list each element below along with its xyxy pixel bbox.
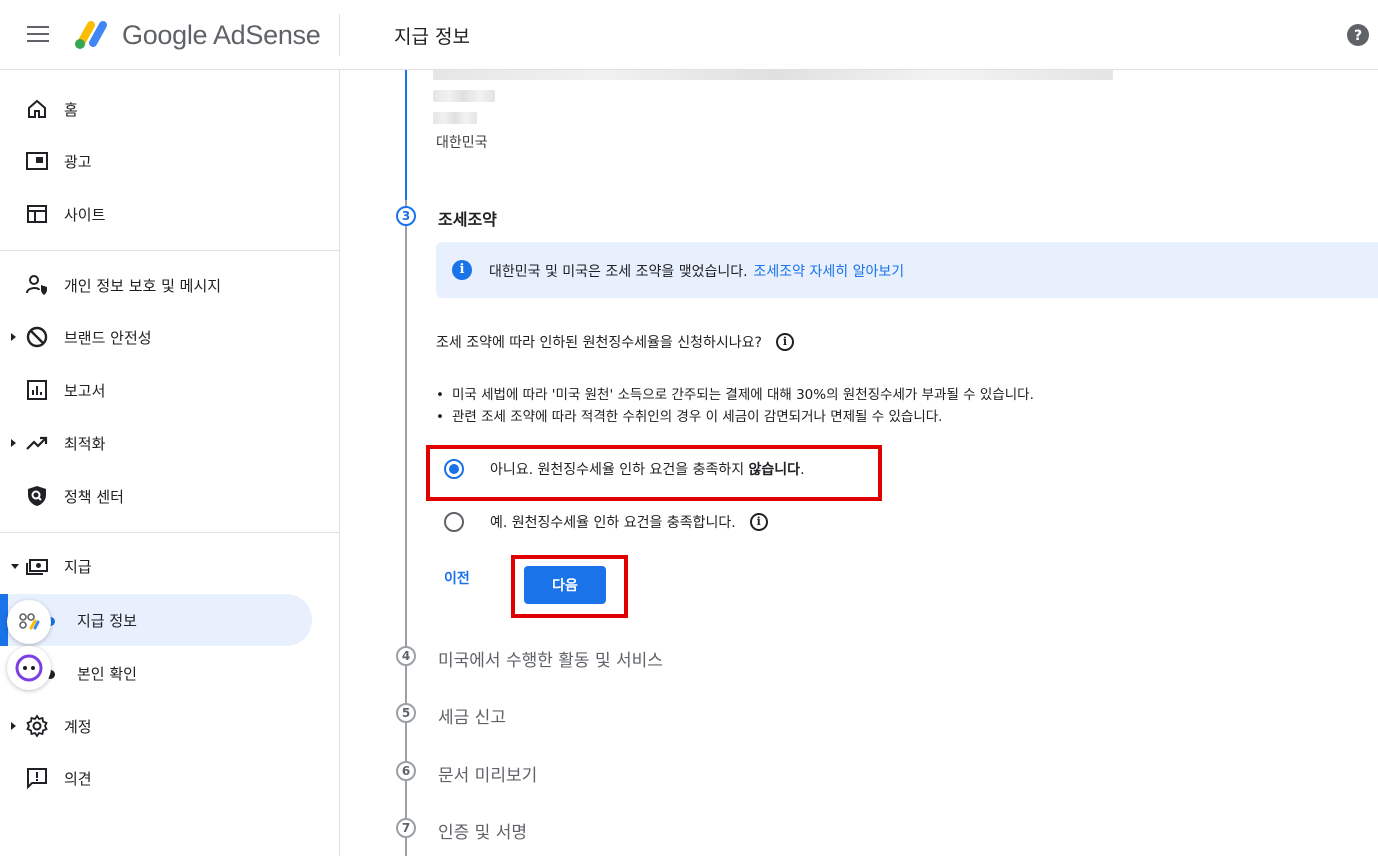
sidebar-item-label: 사이트 (64, 205, 106, 224)
treaty-question-text: 조세 조약에 따라 인하된 원천징수세율을 신청하시나요? (436, 335, 762, 351)
ads-icon (26, 152, 48, 170)
step-title-tax-filing: 세금 신고 (438, 708, 506, 728)
step-number-5: 5 (396, 703, 416, 723)
question-info-icon[interactable]: i (775, 333, 794, 351)
redacted-address-line (433, 90, 495, 102)
info-icon: i (452, 260, 472, 280)
info-banner: i 대한민국 및 미국은 조세 조약을 맺었습니다. 조세조약 자세히 알아보기 (436, 242, 1378, 298)
step-title-tax-treaty: 조세조약 (438, 210, 497, 229)
treaty-question: 조세 조약에 따라 인하된 원천징수세율을 신청하시나요? i (436, 332, 794, 352)
radio-option-yes-label: 예. 원천징수세율 인하 요건을 충족합니다. (490, 515, 736, 531)
collapse-caret-icon (11, 564, 19, 569)
expand-caret-icon (11, 439, 16, 447)
step-title-us-activities: 미국에서 수행한 활동 및 서비스 (438, 651, 663, 671)
info-banner-text: 대한민국 및 미국은 조세 조약을 맺었습니다. 조세조약 자세히 알아보기 (489, 261, 904, 281)
sidebar-item-privacy[interactable]: 개인 정보 보호 및 메시지 (0, 259, 312, 311)
sidebar-item-home[interactable]: 홈 (0, 83, 312, 135)
step-number-7: 7 (396, 818, 416, 838)
report-icon (27, 380, 47, 400)
home-icon (28, 99, 46, 118)
sidebar-item-label: 계정 (64, 717, 92, 736)
app-header: Google AdSense 지급 정보 ? (0, 0, 1378, 70)
sidebar: 홈 광고 사이트 개인 정보 보호 및 메시지 브랜드 안전성 보고서 최적화 … (0, 70, 340, 856)
svg-text:?: ? (1354, 28, 1362, 44)
sidebar-item-reports[interactable]: 보고서 (0, 364, 312, 416)
stepper-line-completed (405, 70, 407, 200)
block-icon (26, 326, 48, 348)
sidebar-item-label: 브랜드 안전성 (64, 328, 152, 347)
bullet-item: 미국 세법에 따라 '미국 원천' 소득으로 간주되는 결제에 대해 30%의 … (436, 384, 1034, 406)
step-number-6: 6 (396, 761, 416, 781)
logo-text: Google AdSense (122, 20, 321, 50)
info-message: 대한민국 및 미국은 조세 조약을 맺었습니다. (489, 264, 748, 280)
apps-icon (19, 613, 40, 630)
privacy-icon (26, 275, 47, 295)
menu-icon[interactable] (27, 26, 49, 44)
expand-caret-icon (11, 333, 16, 341)
sidebar-item-ads[interactable]: 광고 (0, 135, 312, 187)
sidebar-item-label: 지급 정보 (77, 611, 137, 630)
sidebar-item-sites[interactable]: 사이트 (0, 188, 312, 240)
apps-assistant-button[interactable] (7, 600, 51, 644)
chat-assistant-button[interactable] (7, 646, 51, 690)
sidebar-item-label: 홈 (64, 100, 78, 119)
step-title-document-preview: 문서 미리보기 (438, 766, 538, 786)
redacted-address-line (433, 112, 477, 124)
highlight-box-next-button (511, 555, 628, 618)
sidebar-item-label: 정책 센터 (64, 487, 124, 506)
help-icon[interactable]: ? (1346, 23, 1370, 47)
page-title: 지급 정보 (394, 26, 470, 48)
sites-icon (27, 205, 47, 223)
sidebar-item-brand-safety[interactable]: 브랜드 안전성 (0, 311, 312, 363)
sidebar-item-payments[interactable]: 지급 (0, 540, 312, 592)
sidebar-item-label: 본인 확인 (77, 664, 137, 683)
sidebar-item-account[interactable]: 계정 (0, 700, 312, 752)
radio-option-yes[interactable]: 예. 원천징수세율 인하 요건을 충족합니다. i (444, 512, 768, 532)
step-title-certification-signature: 인증 및 서명 (438, 823, 528, 843)
step-number-4: 4 (396, 646, 416, 666)
tax-treaty-learn-more-link[interactable]: 조세조약 자세히 알아보기 (754, 264, 905, 280)
radio-button-unchecked[interactable] (444, 512, 464, 532)
feedback-icon (27, 768, 47, 790)
step-number-3: 3 (396, 206, 416, 226)
redacted-address-line (433, 70, 1113, 80)
header-divider (339, 14, 340, 56)
adsense-logo-icon (75, 21, 107, 49)
sidebar-item-label: 개인 정보 보호 및 메시지 (64, 276, 222, 295)
previous-button[interactable]: 이전 (444, 568, 470, 588)
trend-icon (26, 436, 48, 450)
sidebar-item-policy-center[interactable]: 정책 센터 (0, 470, 312, 522)
gear-icon (26, 714, 48, 738)
sidebar-divider (0, 250, 340, 251)
sidebar-item-optimization[interactable]: 최적화 (0, 417, 312, 469)
policy-icon (28, 486, 46, 506)
bullet-item: 관련 조세 조약에 따라 적격한 수취인의 경우 이 세금이 감면되거나 면제될… (436, 406, 1034, 428)
treaty-bullets: 미국 세법에 따라 '미국 원천' 소득으로 간주되는 결제에 대해 30%의 … (436, 384, 1034, 428)
address-country: 대한민국 (436, 135, 488, 151)
sidebar-item-label: 최적화 (64, 434, 106, 453)
assistant-face-icon (15, 654, 43, 682)
sidebar-item-label: 보고서 (64, 381, 106, 400)
sidebar-item-label: 의견 (64, 769, 92, 788)
sidebar-item-label: 지급 (64, 557, 92, 576)
sidebar-item-feedback[interactable]: 의견 (0, 752, 312, 804)
payments-icon (26, 559, 48, 575)
main-content: 대한민국 3 조세조약 i 대한민국 및 미국은 조세 조약을 맺었습니다. 조세… (340, 70, 1378, 856)
option-yes-info-icon[interactable]: i (749, 513, 768, 531)
highlight-box-option-no (426, 445, 882, 501)
expand-caret-icon (11, 722, 16, 730)
sidebar-divider (0, 532, 340, 533)
sidebar-item-label: 광고 (64, 152, 92, 171)
